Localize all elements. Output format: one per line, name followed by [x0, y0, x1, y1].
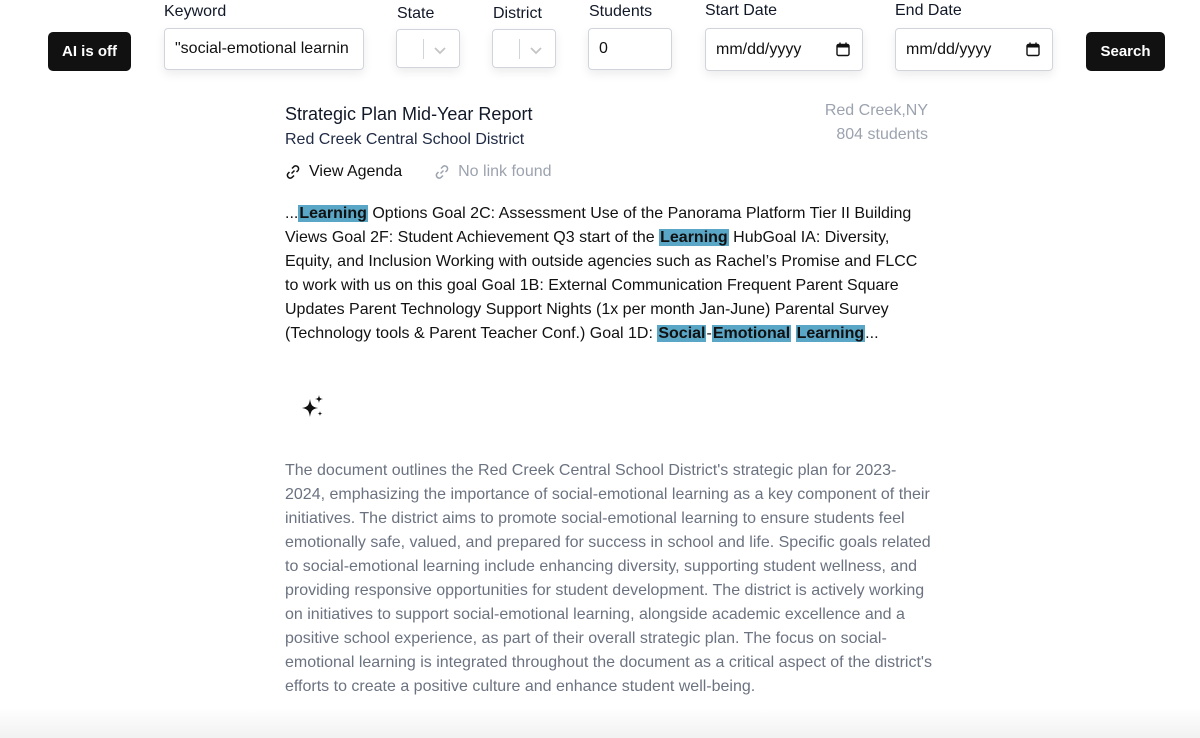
start-date-label: Start Date	[705, 2, 778, 19]
bottom-fade	[0, 708, 1200, 738]
no-link-label: No link found	[458, 163, 552, 180]
state-select[interactable]	[396, 29, 460, 68]
result-title[interactable]: Strategic Plan Mid-Year Report	[285, 104, 532, 125]
keyword-input-value: "social-emotional learnin	[175, 40, 349, 57]
snippet-highlight: Learning	[795, 325, 866, 342]
view-agenda-label: View Agenda	[309, 163, 403, 180]
students-input[interactable]: 0	[588, 28, 672, 70]
select-separator	[423, 39, 424, 59]
link-icon	[435, 165, 449, 179]
snippet-text: -	[706, 325, 712, 342]
ai-toggle-button[interactable]: AI is off	[48, 32, 131, 71]
end-date-label: End Date	[895, 2, 962, 19]
search-button[interactable]: Search	[1086, 32, 1165, 71]
calendar-icon[interactable]	[1026, 42, 1040, 57]
result-district: Red Creek Central School District	[285, 131, 525, 148]
snippet-highlight: Social	[657, 325, 707, 342]
keyword-input[interactable]: "social-emotional learnin	[164, 28, 364, 70]
students-input-value: 0	[599, 40, 608, 57]
students-label: Students	[589, 3, 653, 20]
snippet-prefix: ...	[285, 205, 299, 222]
result-student-count: 804 students	[836, 126, 928, 143]
start-date-input[interactable]: mm/dd/yyyy	[705, 28, 863, 71]
keyword-label: Keyword	[164, 3, 227, 20]
no-link-item: No link found	[434, 163, 552, 181]
snippet-highlight: Emotional	[711, 325, 792, 342]
snippet-suffix: ...	[865, 325, 879, 342]
snippet-highlight: Learning	[298, 205, 368, 222]
snippet-text	[791, 325, 795, 342]
district-select[interactable]	[492, 29, 556, 68]
sparkles-icon[interactable]	[298, 393, 326, 421]
snippet-highlight: Learning	[659, 229, 729, 246]
result-meta: Red Creek,NY 804 students	[825, 99, 928, 147]
result-links: View Agenda No link found	[285, 163, 552, 181]
result-snippet: ...Learning Options Goal 2C: Assessment …	[285, 202, 935, 346]
chevron-down-icon	[434, 47, 446, 55]
result-location: Red Creek,NY	[824, 102, 928, 119]
link-icon	[286, 165, 300, 179]
view-agenda-link[interactable]: View Agenda	[285, 163, 402, 181]
ai-summary: The document outlines the Red Creek Cent…	[285, 462, 932, 695]
end-date-input[interactable]: mm/dd/yyyy	[895, 28, 1053, 71]
select-separator	[519, 39, 520, 59]
district-label: District	[493, 5, 542, 22]
chevron-down-icon	[530, 47, 542, 55]
state-label: State	[397, 5, 435, 22]
calendar-icon[interactable]	[836, 42, 850, 57]
